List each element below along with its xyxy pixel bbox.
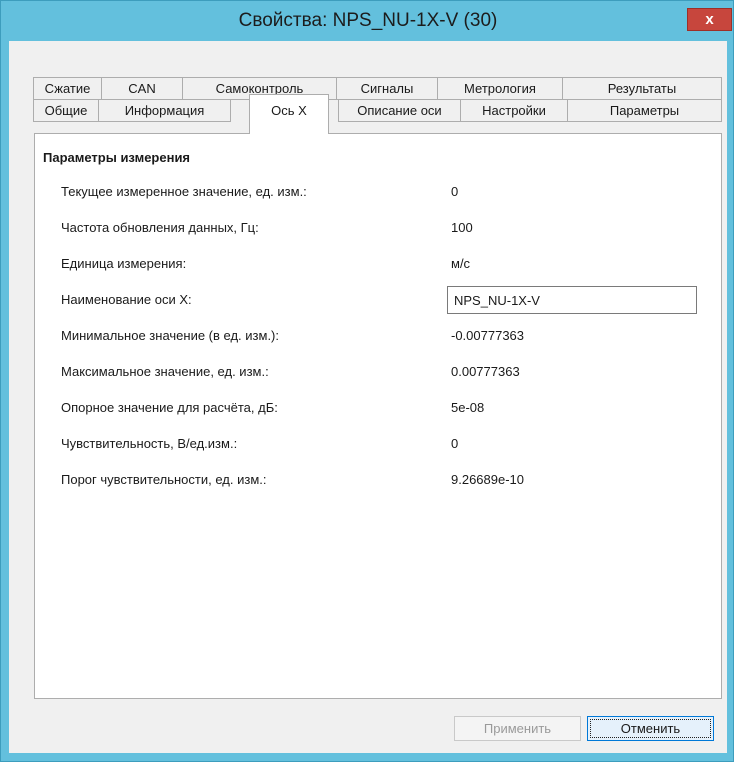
tab-general[interactable]: Общие bbox=[33, 99, 99, 122]
window-title: Свойства: NPS_NU-1X-V (30) bbox=[238, 10, 498, 31]
field-label: Наименование оси X: bbox=[61, 292, 192, 307]
apply-button[interactable]: Применить bbox=[454, 716, 581, 741]
close-icon: x bbox=[705, 11, 714, 28]
field-value: 100 bbox=[451, 220, 473, 235]
field-label: Опорное значение для расчёта, дБ: bbox=[61, 400, 278, 415]
tab-results[interactable]: Результаты bbox=[562, 77, 722, 100]
field-label: Текущее измеренное значение, ед. изм.: bbox=[61, 184, 307, 199]
field-label: Порог чувствительности, ед. изм.: bbox=[61, 472, 267, 487]
tab-signals[interactable]: Сигналы bbox=[336, 77, 438, 100]
field-value: 0.00777363 bbox=[451, 364, 520, 379]
field-label: Чувствительность, В/ед.изм.: bbox=[61, 436, 238, 451]
tab-axis-x[interactable]: Ось X bbox=[249, 94, 329, 134]
field-value: м/с bbox=[451, 256, 471, 271]
tab-settings[interactable]: Настройки bbox=[460, 99, 568, 122]
tab-parameters[interactable]: Параметры bbox=[567, 99, 722, 122]
tab-axis-description[interactable]: Описание оси bbox=[338, 99, 461, 122]
tab-strip: Сжатие CAN Самоконтроль Сигналы Метролог… bbox=[9, 41, 727, 134]
field-value: 5e-08 bbox=[451, 400, 485, 415]
field-current-value: Текущее измеренное значение, ед. изм.: 0 bbox=[35, 181, 721, 203]
dialog-client-area: Сжатие CAN Самоконтроль Сигналы Метролог… bbox=[9, 41, 727, 753]
axis-name-input[interactable] bbox=[447, 286, 697, 314]
close-button[interactable]: x bbox=[687, 8, 732, 31]
tab-compression[interactable]: Сжатие bbox=[33, 77, 102, 100]
field-sensitivity: Чувствительность, В/ед.изм.: 0 bbox=[35, 433, 721, 455]
field-label: Частота обновления данных, Гц: bbox=[61, 220, 259, 235]
field-label: Минимальное значение (в ед. изм.): bbox=[61, 328, 279, 343]
properties-dialog: Свойства: NPS_NU-1X-V (30) x Сжатие CAN … bbox=[0, 0, 734, 762]
field-value: 0 bbox=[451, 184, 459, 199]
field-value: 9.26689e-10 bbox=[451, 472, 525, 487]
field-reference-value: Опорное значение для расчёта, дБ: 5e-08 bbox=[35, 397, 721, 419]
axis-x-tab-panel: Параметры измерения Текущее измеренное з… bbox=[34, 133, 722, 699]
cancel-button[interactable]: Отменить bbox=[587, 716, 714, 741]
field-value: -0.00777363 bbox=[451, 328, 525, 343]
field-label: Максимальное значение, ед. изм.: bbox=[61, 364, 269, 379]
tab-can[interactable]: CAN bbox=[101, 77, 183, 100]
tab-metrology[interactable]: Метрология bbox=[437, 77, 563, 100]
field-label: Единица измерения: bbox=[61, 256, 187, 271]
field-axis-name: Наименование оси X: bbox=[35, 286, 721, 314]
field-value: 0 bbox=[451, 436, 459, 451]
field-unit: Единица измерения: м/с bbox=[35, 253, 721, 275]
field-sensitivity-threshold: Порог чувствительности, ед. изм.: 9.2668… bbox=[35, 469, 721, 491]
field-update-rate: Частота обновления данных, Гц: 100 bbox=[35, 217, 721, 239]
tab-information[interactable]: Информация bbox=[98, 99, 231, 122]
section-title: Параметры измерения bbox=[43, 150, 191, 165]
field-min-value: Минимальное значение (в ед. изм.): -0.00… bbox=[35, 325, 721, 347]
field-max-value: Максимальное значение, ед. изм.: 0.00777… bbox=[35, 361, 721, 383]
